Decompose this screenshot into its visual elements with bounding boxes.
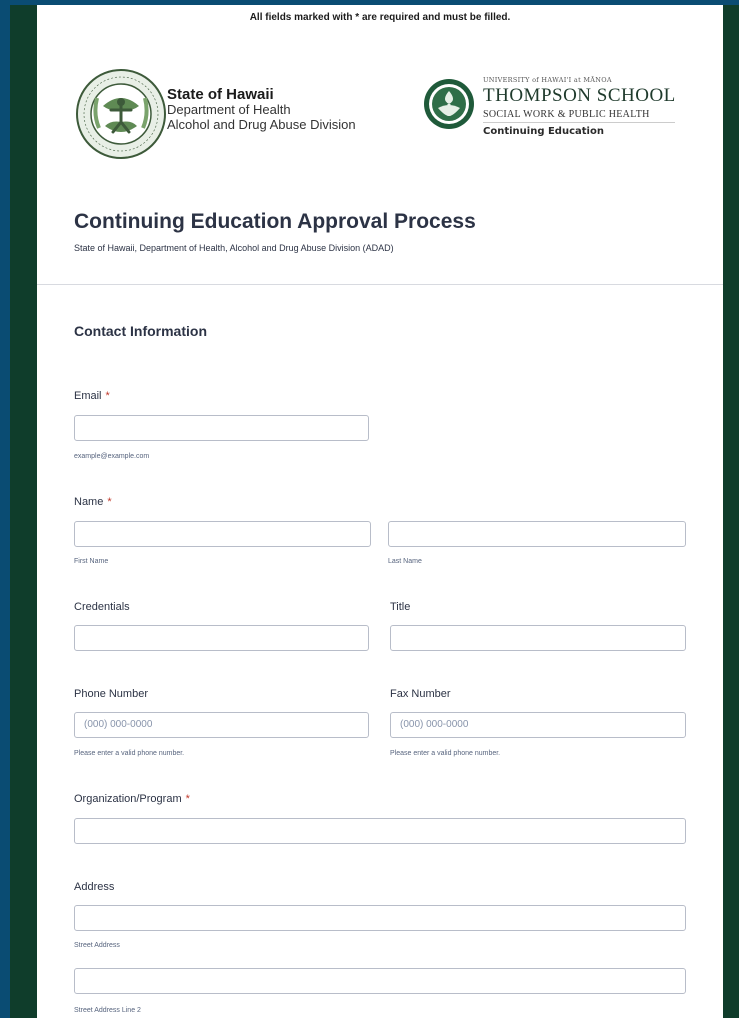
form-subtitle: State of Hawaii, Department of Health, A… (74, 243, 394, 253)
hawaii-state-seal-icon (76, 69, 166, 159)
header-divider (37, 284, 723, 285)
address-label: Address (74, 881, 115, 893)
required-asterisk: * (105, 390, 110, 402)
uh-school-name: THOMPSON SCHOOL (483, 85, 676, 106)
title-label: Title (390, 601, 411, 613)
name-label-text: Name (74, 496, 104, 508)
uh-university-name: UNIVERSITY of HAWAI'I at MĀNOA (483, 76, 612, 84)
name-label: Name * (74, 496, 112, 508)
street-address-input[interactable] (74, 905, 686, 931)
uh-continuing-education: Continuing Education (483, 126, 604, 137)
title-input[interactable] (390, 625, 686, 651)
street-address-line2-help: Street Address Line 2 (74, 1007, 141, 1014)
hawaii-division: Alcohol and Drug Abuse Division (167, 117, 356, 132)
uh-school-sub: SOCIAL WORK & PUBLIC HEALTH (483, 109, 675, 123)
organization-label-text: Organization/Program (74, 793, 182, 805)
hawaii-department: Department of Health (167, 102, 291, 117)
section-title-contact: Contact Information (74, 323, 207, 339)
thompson-school-text: UNIVERSITY of HAWAI'I at MĀNOA THOMPSON … (483, 76, 683, 137)
street-address-help: Street Address (74, 942, 120, 949)
uh-seal-icon (424, 79, 474, 129)
credentials-label: Credentials (74, 601, 130, 613)
email-label: Email * (74, 390, 110, 402)
phone-input[interactable]: (000) 000-0000 (74, 712, 369, 738)
credentials-input[interactable] (74, 625, 369, 651)
email-label-text: Email (74, 390, 102, 402)
hawaii-doh-text: State of Hawaii Department of Health Alc… (167, 87, 356, 132)
email-input[interactable] (74, 415, 369, 441)
last-name-input[interactable] (388, 521, 686, 547)
fax-label: Fax Number (390, 688, 451, 700)
fax-help: Please enter a valid phone number. (390, 750, 501, 757)
phone-label: Phone Number (74, 688, 148, 700)
hawaii-title: State of Hawaii (167, 86, 274, 103)
required-fields-note: All fields marked with * are required an… (249, 12, 511, 23)
email-help: example@example.com (74, 453, 150, 460)
first-name-help: First Name (74, 558, 109, 565)
organization-input[interactable] (74, 818, 686, 844)
form-card: All fields marked with * are required an… (37, 5, 723, 1018)
first-name-input[interactable] (74, 521, 371, 547)
phone-help: Please enter a valid phone number. (74, 750, 185, 757)
organization-label: Organization/Program * (74, 793, 190, 805)
street-address-line2-input[interactable] (74, 968, 686, 994)
required-asterisk: * (107, 496, 112, 508)
last-name-help: Last Name (388, 558, 422, 565)
form-title: Continuing Education Approval Process (74, 210, 476, 233)
required-asterisk: * (185, 793, 190, 805)
fax-input[interactable]: (000) 000-0000 (390, 712, 686, 738)
